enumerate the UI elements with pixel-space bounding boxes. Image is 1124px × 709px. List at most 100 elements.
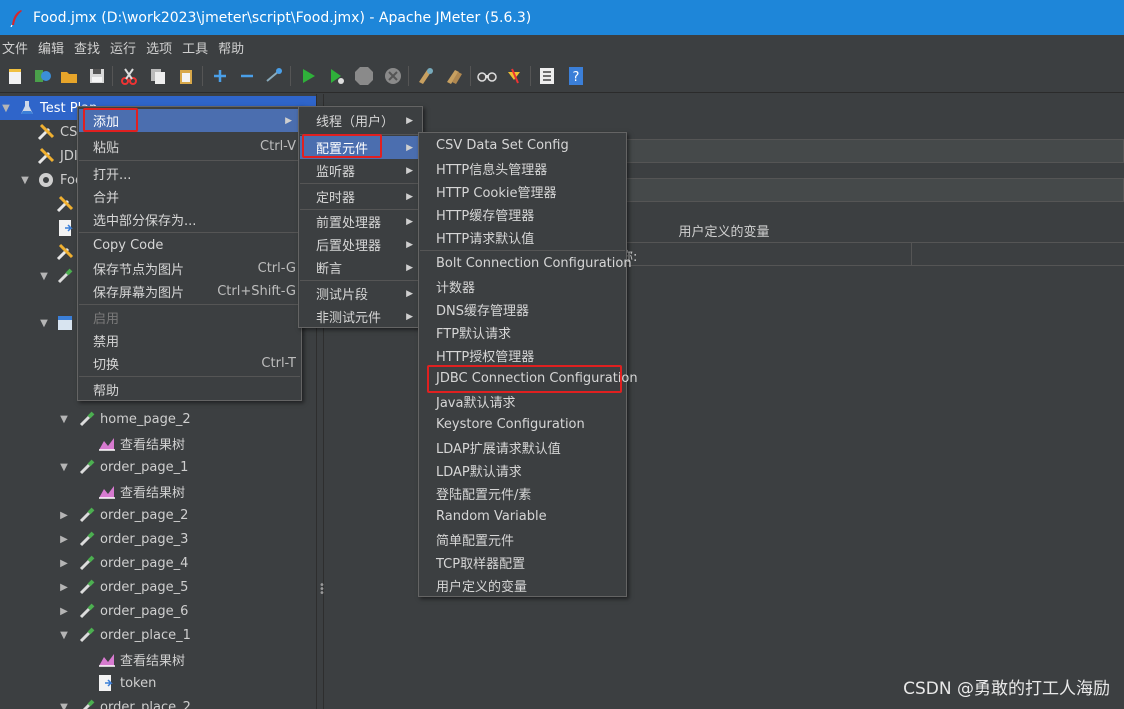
menu-help[interactable]: 帮助 — [216, 38, 250, 57]
menu-item-timer[interactable]: 定时器 ▶ — [300, 185, 421, 208]
tree-node[interactable]: token — [0, 671, 316, 695]
splitter-grip-icon: • • • — [319, 580, 325, 599]
menu-item-threads[interactable]: 线程（用户） ▶ — [300, 109, 421, 132]
chevron-down-icon[interactable]: ▼ — [58, 701, 70, 709]
menu-item-java-request-defaults[interactable]: Java默认请求 — [420, 390, 625, 413]
tree-node[interactable]: 查看结果树 — [0, 479, 316, 503]
paste-icon[interactable] — [175, 65, 196, 86]
menu-item-tcp-sampler-config[interactable]: TCP取样器配置 — [420, 551, 625, 574]
wrench-icon — [56, 243, 74, 261]
stop-icon[interactable] — [353, 65, 374, 86]
menu-item-merge[interactable]: 合并 — [79, 185, 300, 208]
menu-item-save-screen-image[interactable]: 保存屏幕为图片 Ctrl+Shift-G — [79, 280, 300, 303]
menu-run[interactable]: 运行 — [108, 38, 142, 57]
chevron-right-icon[interactable]: ▶ — [58, 557, 70, 569]
udv-value-column[interactable] — [912, 243, 1124, 265]
tree-node[interactable]: ▶ order_page_5 — [0, 575, 316, 599]
tree-node[interactable]: 查看结果树 — [0, 431, 316, 455]
menu-item-test-fragment[interactable]: 测试片段 ▶ — [300, 282, 421, 305]
tree-node[interactable]: ▶ order_page_6 — [0, 599, 316, 623]
menu-item-listener[interactable]: 监听器 ▶ — [300, 159, 421, 182]
chevron-down-icon[interactable]: ▼ — [19, 174, 31, 186]
help-icon[interactable]: ? — [565, 65, 586, 86]
expand-icon[interactable] — [209, 65, 230, 86]
function-helper-icon[interactable] — [536, 65, 557, 86]
search-icon[interactable] — [476, 65, 497, 86]
menu-item-ftp-request-defaults[interactable]: FTP默认请求 — [420, 321, 625, 344]
menu-item-jdbc-connection-configuration[interactable]: JDBC Connection Configuration — [420, 367, 638, 390]
menu-item-non-test-element[interactable]: 非测试元件 ▶ — [300, 305, 421, 328]
menu-item-http-auth-manager[interactable]: HTTP授权管理器 — [420, 344, 625, 367]
save-icon[interactable] — [86, 65, 107, 86]
menu-item-disable[interactable]: 禁用 — [79, 329, 300, 352]
clear-all-icon[interactable] — [443, 65, 464, 86]
menu-item-open[interactable]: 打开... — [79, 162, 300, 185]
menu-item-paste[interactable]: 粘贴 Ctrl-V — [79, 135, 300, 158]
menu-item-save-selection[interactable]: 选中部分保存为... — [79, 208, 300, 231]
menu-item-http-cache-manager[interactable]: HTTP缓存管理器 — [420, 203, 625, 226]
menu-item-csv-data-set[interactable]: CSV Data Set Config — [420, 134, 625, 157]
chevron-right-icon[interactable]: ▶ — [58, 605, 70, 617]
jmeter-feather-icon — [10, 9, 22, 27]
menu-item-config-element[interactable]: 配置元件 ▶ — [300, 136, 421, 159]
menu-item-help[interactable]: 帮助 — [79, 378, 300, 401]
shutdown-icon[interactable] — [382, 65, 403, 86]
menu-item-http-request-defaults[interactable]: HTTP请求默认值 — [420, 226, 625, 249]
tree-node[interactable]: ▶ order_page_3 — [0, 527, 316, 551]
tree-node[interactable]: ▼ home_page_2 — [0, 407, 316, 431]
menu-item-random-variable[interactable]: Random Variable — [420, 505, 625, 528]
menu-item-save-node-image[interactable]: 保存节点为图片 Ctrl-G — [79, 257, 300, 280]
chevron-down-icon[interactable]: ▼ — [58, 629, 70, 641]
menu-item-simple-config-element[interactable]: 简单配置元件 — [420, 528, 625, 551]
reset-search-icon[interactable] — [503, 65, 524, 86]
menu-options[interactable]: 选项 — [144, 38, 178, 57]
start-icon[interactable] — [297, 65, 318, 86]
menu-item-keystore-configuration[interactable]: Keystore Configuration — [420, 413, 625, 436]
menu-item-add[interactable]: 添加 ▶ — [79, 109, 300, 132]
chevron-right-icon[interactable]: ▶ — [58, 509, 70, 521]
chevron-down-icon[interactable]: ▼ — [38, 317, 50, 329]
menu-item-http-cookie-manager[interactable]: HTTP Cookie管理器 — [420, 180, 625, 203]
chevron-right-icon[interactable]: ▶ — [58, 581, 70, 593]
tree-node[interactable]: ▼ order_place_2 — [0, 695, 316, 709]
menu-file[interactable]: 文件 — [0, 38, 34, 57]
chevron-down-icon[interactable]: ▼ — [58, 461, 70, 473]
chevron-down-icon[interactable]: ▼ — [58, 413, 70, 425]
controller-icon — [56, 314, 74, 332]
menu-tools[interactable]: 工具 — [180, 38, 214, 57]
new-icon[interactable] — [4, 65, 25, 86]
menu-item-counter[interactable]: 计数器 — [420, 275, 625, 298]
menu-item-bolt-connection[interactable]: Bolt Connection Configuration — [420, 252, 632, 275]
menu-item-http-header-manager[interactable]: HTTP信息头管理器 — [420, 157, 625, 180]
tree-node[interactable]: ▼ order_page_1 — [0, 455, 316, 479]
menu-item-ldap-request-defaults[interactable]: LDAP默认请求 — [420, 459, 625, 482]
toggle-icon[interactable] — [263, 65, 284, 86]
menu-item-user-defined-variables[interactable]: 用户定义的变量 — [420, 574, 625, 597]
chevron-right-icon: ▶ — [406, 216, 413, 227]
menu-item-toggle[interactable]: 切换 Ctrl-T — [79, 352, 300, 375]
chevron-down-icon[interactable]: ▼ — [38, 270, 50, 282]
menu-item-copy-code[interactable]: Copy Code — [79, 234, 300, 257]
chevron-right-icon[interactable]: ▶ — [58, 533, 70, 545]
menu-item-ldap-extended-defaults[interactable]: LDAP扩展请求默认值 — [420, 436, 625, 459]
cut-icon[interactable] — [118, 65, 139, 86]
clear-icon[interactable] — [414, 65, 435, 86]
menu-item-dns-cache-manager[interactable]: DNS缓存管理器 — [420, 298, 625, 321]
templates-icon[interactable] — [31, 65, 52, 86]
collapse-icon[interactable] — [236, 65, 257, 86]
start-no-pause-icon[interactable] — [325, 65, 346, 86]
menu-item-login-config-element[interactable]: 登陆配置元件/素 — [420, 482, 625, 505]
tree-node[interactable]: ▶ order_page_2 — [0, 503, 316, 527]
menu-item-assertion[interactable]: 断言 ▶ — [300, 256, 421, 279]
result-tree-icon — [98, 434, 116, 452]
tree-node[interactable]: 查看结果树 — [0, 647, 316, 671]
menu-search[interactable]: 查找 — [72, 38, 106, 57]
chevron-down-icon[interactable]: ▼ — [0, 102, 12, 114]
menu-edit[interactable]: 编辑 — [36, 38, 70, 57]
copy-icon[interactable] — [147, 65, 168, 86]
tree-node[interactable]: ▼ order_place_1 — [0, 623, 316, 647]
menu-item-post-processor[interactable]: 后置处理器 ▶ — [300, 233, 421, 256]
tree-node[interactable]: ▶ order_page_4 — [0, 551, 316, 575]
menu-item-pre-processor[interactable]: 前置处理器 ▶ — [300, 210, 421, 233]
open-icon[interactable] — [58, 65, 79, 86]
